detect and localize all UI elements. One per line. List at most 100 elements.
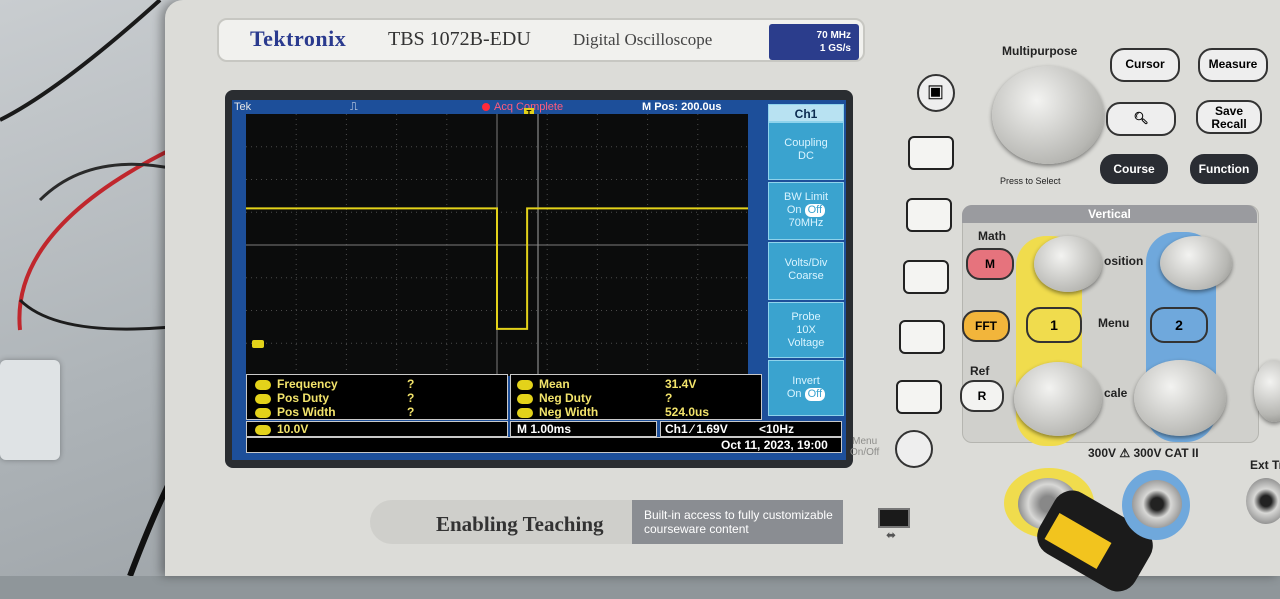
channel-scale: 10.0V xyxy=(277,422,309,436)
measurement-value: ? xyxy=(407,377,415,391)
vertical-header: Vertical xyxy=(962,205,1257,223)
ch2-menu-button[interactable]: 2 xyxy=(1150,307,1208,343)
math-button[interactable]: M xyxy=(966,248,1014,280)
menu-item-probe[interactable]: Probe 10X Voltage xyxy=(768,302,844,358)
measurement-label: Mean xyxy=(539,377,570,391)
search-button[interactable]: 🔍︎ xyxy=(1106,102,1176,136)
trigger-info: Ch1 ⁄ 1.69V xyxy=(665,422,728,436)
menu-item-value: 10X xyxy=(796,324,816,336)
ch1-badge-icon xyxy=(517,379,533,390)
measurement-label: Pos Duty xyxy=(277,391,330,405)
menu-onoff-label-line2: On/Off xyxy=(850,447,880,458)
acquisition-indicator-icon xyxy=(482,103,490,111)
cursor-button[interactable]: Cursor xyxy=(1110,48,1180,82)
menu-item-label: BW Limit xyxy=(784,191,828,203)
press-to-select-label: Press to Select xyxy=(1000,176,1061,186)
courseware-caption-line1: Built-in access to fully customizable xyxy=(644,508,833,522)
menu-item-invert[interactable]: Invert On Off xyxy=(768,360,844,416)
measure-button[interactable]: Measure xyxy=(1198,48,1268,82)
menu-onoff-label: Menu On/Off xyxy=(850,436,879,458)
floppy-disk-icon: ▣ xyxy=(927,81,945,101)
multipurpose-knob[interactable] xyxy=(992,66,1104,164)
tagline: Enabling Teaching xyxy=(436,512,604,536)
measurement-label: Pos Width xyxy=(277,405,336,419)
option-on: On xyxy=(786,388,802,400)
waveform-graticule xyxy=(246,114,748,376)
menu-item-coupling[interactable]: Coupling DC xyxy=(768,122,844,180)
model-description: Digital Oscilloscope xyxy=(573,30,713,49)
model-name: TBS 1072B-EDU xyxy=(388,28,531,50)
ext-trig-connector[interactable] xyxy=(1246,478,1280,524)
menu-item-label: Coupling xyxy=(784,137,828,149)
menu-onoff-button[interactable] xyxy=(895,430,933,468)
menu-item-volts-div[interactable]: Volts/Div Coarse xyxy=(768,242,844,300)
measurement-label: Frequency xyxy=(277,377,338,391)
main-position: M Pos: 200.0us xyxy=(642,101,722,113)
ch2-bnc-connector[interactable] xyxy=(1132,480,1182,528)
tek-label: Tek xyxy=(234,101,252,113)
save-recall-button[interactable]: Save Recall xyxy=(1196,100,1262,134)
usb-port[interactable] xyxy=(878,508,910,528)
measurement-label: Neg Duty xyxy=(539,391,592,405)
channel-scale-box: 10.0V xyxy=(246,421,508,437)
menu-title: Ch1 xyxy=(768,104,844,122)
recall-label: Recall xyxy=(1211,117,1247,131)
ch1-position-knob[interactable] xyxy=(1034,236,1102,292)
magnifier-icon: 🔍︎ xyxy=(1133,111,1149,125)
function-button[interactable]: Function xyxy=(1190,154,1258,184)
trigger-type-icon: ⎍ xyxy=(350,101,358,113)
math-label: Math xyxy=(978,229,1006,243)
spec-badge: 70 MHz 1 GS/s xyxy=(769,24,859,60)
voltage-warning-label: 300V ⚠ 300V CAT II xyxy=(1088,446,1199,460)
softkey-5[interactable] xyxy=(896,380,942,414)
usb-icon: ⬌ xyxy=(886,528,897,542)
timebase-box: M 1.00ms xyxy=(510,421,657,437)
ch1-badge-icon xyxy=(255,424,271,435)
course-button[interactable]: Course xyxy=(1100,154,1168,184)
menu-item-value: DC xyxy=(798,150,814,162)
option-on: On xyxy=(786,204,802,216)
menu-onoff-label-line1: Menu xyxy=(852,436,878,447)
measurement-row: Pos Duty xyxy=(255,391,329,405)
multipurpose-label: Multipurpose xyxy=(1002,44,1078,58)
position-label: osition xyxy=(1104,254,1144,268)
ch1-badge-icon xyxy=(517,407,533,418)
scale-label: cale xyxy=(1104,386,1128,400)
measurement-value: ? xyxy=(407,391,415,405)
ref-button[interactable]: R xyxy=(960,380,1004,412)
option-off-selected: Off xyxy=(804,388,826,401)
measurement-row: Pos Width xyxy=(255,405,336,419)
ch1-badge-icon xyxy=(255,379,271,390)
menu-item-bw-limit[interactable]: BW Limit On Off 70MHz xyxy=(768,182,844,240)
softkey-2[interactable] xyxy=(906,198,952,232)
measurement-label: Neg Width xyxy=(539,405,599,419)
sample-rate-label: 1 GS/s xyxy=(819,43,851,54)
save-disk-button[interactable]: ▣ xyxy=(917,74,955,112)
ch1-menu-button[interactable]: 1 xyxy=(1026,307,1082,343)
measurement-box-left: Frequency ? Pos Duty ? Pos Width ? xyxy=(246,374,508,420)
menu-item-value: Voltage xyxy=(787,337,825,349)
ch1-scale-knob[interactable] xyxy=(1014,362,1102,436)
measurement-row: Neg Duty xyxy=(517,391,592,405)
softkey-3[interactable] xyxy=(903,260,949,294)
menu-label: Menu xyxy=(1098,316,1130,330)
measurement-row: Frequency xyxy=(255,377,338,391)
measurement-value: 524.0us xyxy=(665,405,710,419)
softkey-1[interactable] xyxy=(908,136,954,170)
ch2-position-knob[interactable] xyxy=(1160,236,1232,290)
option-off-selected: Off xyxy=(804,204,826,217)
courseware-caption-line2: courseware content xyxy=(644,522,749,536)
ch1-badge-icon xyxy=(517,393,533,404)
menu-item-value: Coarse xyxy=(788,270,824,282)
measurement-row: Neg Width xyxy=(517,405,598,419)
bandwidth-label: 70 MHz xyxy=(816,30,851,41)
measurement-row: Mean xyxy=(517,377,570,391)
courseware-caption: Built-in access to fully customizable co… xyxy=(632,500,843,544)
channel-scale-row: 10.0V xyxy=(255,422,308,436)
softkey-4[interactable] xyxy=(899,320,945,354)
status-bar: Tek ⎍ Acq Complete M Pos: 200.0us T xyxy=(232,100,768,120)
menu-item-label: Volts/Div xyxy=(784,257,828,269)
channel-side-menu: Ch1 Coupling DC BW Limit On Off 70MHz Vo… xyxy=(768,100,846,460)
ch2-scale-knob[interactable] xyxy=(1134,360,1226,436)
fft-button[interactable]: FFT xyxy=(962,310,1010,342)
